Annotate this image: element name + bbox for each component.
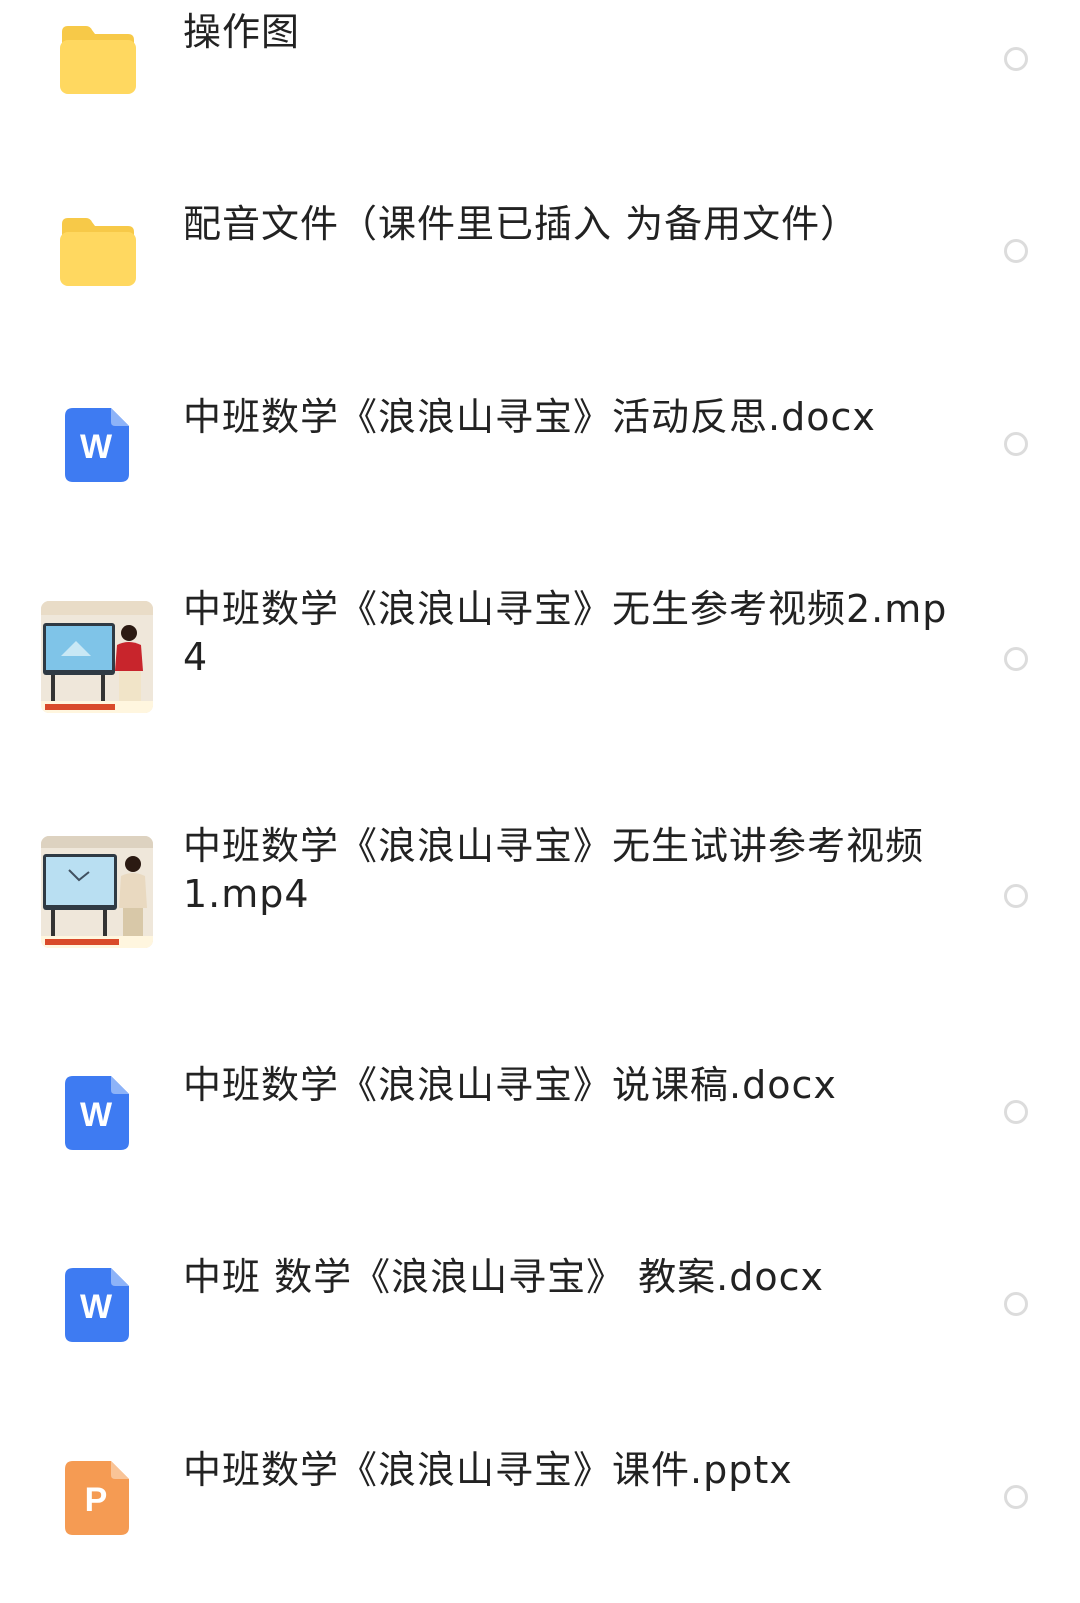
video-thumbnail	[41, 601, 153, 713]
file-row-docx-activity-reflection[interactable]: W 中班数学《浪浪山寻宝》活动反思.docx	[0, 385, 1080, 535]
file-row-docx-lecture-script[interactable]: W 中班数学《浪浪山寻宝》说课稿.docx	[0, 1053, 1080, 1203]
file-name: 配音文件（课件里已插入 为备用文件）	[183, 202, 860, 246]
folder-icon	[60, 218, 136, 286]
word-icon: W	[65, 1268, 129, 1342]
select-radio[interactable]	[1004, 47, 1028, 71]
select-radio[interactable]	[1004, 1485, 1028, 1509]
file-name: 中班数学《浪浪山寻宝》说课稿.docx	[183, 1063, 837, 1107]
select-radio[interactable]	[1004, 1292, 1028, 1316]
select-radio[interactable]	[1004, 884, 1028, 908]
svg-text:P: P	[85, 1481, 108, 1519]
video-thumbnail	[41, 836, 153, 948]
select-radio[interactable]	[1004, 432, 1028, 456]
file-name: 中班数学《浪浪山寻宝》无生试讲参考视频1.mp4	[183, 824, 925, 916]
file-row-video-reference-2[interactable]: 中班数学《浪浪山寻宝》无生参考视频2.mp4	[0, 585, 1080, 735]
file-row-video-reference-1[interactable]: 中班数学《浪浪山寻宝》无生试讲参考视频1.mp4	[0, 822, 1080, 972]
word-icon: W	[65, 408, 129, 482]
file-name: 操作图	[183, 10, 301, 54]
file-name: 中班数学《浪浪山寻宝》课件.pptx	[183, 1448, 793, 1492]
file-name: 中班数学《浪浪山寻宝》活动反思.docx	[183, 395, 876, 439]
select-radio[interactable]	[1004, 1100, 1028, 1124]
file-row-folder-audio-files[interactable]: 配音文件（课件里已插入 为备用文件）	[0, 190, 1080, 340]
svg-text:W: W	[80, 1096, 113, 1134]
file-row-pptx-courseware[interactable]: P 中班数学《浪浪山寻宝》课件.pptx	[0, 1439, 1080, 1589]
file-row-folder-operation-images[interactable]: 操作图	[0, 0, 1080, 150]
select-radio[interactable]	[1004, 239, 1028, 263]
svg-text:W: W	[80, 1288, 113, 1326]
file-name: 中班 数学《浪浪山寻宝》 教案.docx	[183, 1255, 824, 1299]
folder-icon	[60, 26, 136, 94]
ppt-icon: P	[65, 1461, 129, 1535]
file-row-docx-lesson-plan[interactable]: W 中班 数学《浪浪山寻宝》 教案.docx	[0, 1246, 1080, 1396]
svg-text:W: W	[80, 428, 113, 466]
word-icon: W	[65, 1076, 129, 1150]
select-radio[interactable]	[1004, 647, 1028, 671]
file-name: 中班数学《浪浪山寻宝》无生参考视频2.mp4	[183, 587, 948, 679]
